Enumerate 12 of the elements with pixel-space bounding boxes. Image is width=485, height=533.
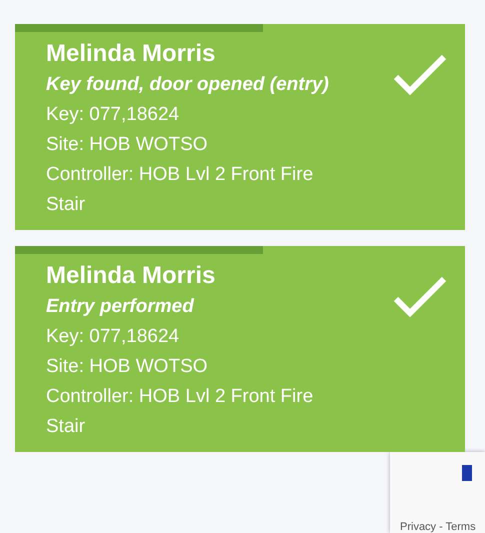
detail-text: Key: 077,18624 xyxy=(46,103,180,127)
event-type: Key found, door opened (entry) xyxy=(46,73,330,97)
detail-text: Controller: HOB Lvl 2 Front Fire Stair xyxy=(46,163,314,217)
detail-text: Site: HOB WOTSO xyxy=(46,355,209,379)
privacy-terms-links[interactable]: Privacy - Terms xyxy=(400,521,476,533)
detail-text: Key: 077,18624 xyxy=(46,325,180,349)
person-name: Melinda Morris xyxy=(46,39,216,69)
event-type: Entry performed xyxy=(46,295,196,319)
person-name: Melinda Morris xyxy=(46,261,216,291)
recaptcha-logo-icon xyxy=(462,465,472,481)
detail-text: Site: HOB WOTSO xyxy=(46,133,209,157)
detail-text: Controller: HOB Lvl 2 Front Fire Stair xyxy=(46,385,314,439)
